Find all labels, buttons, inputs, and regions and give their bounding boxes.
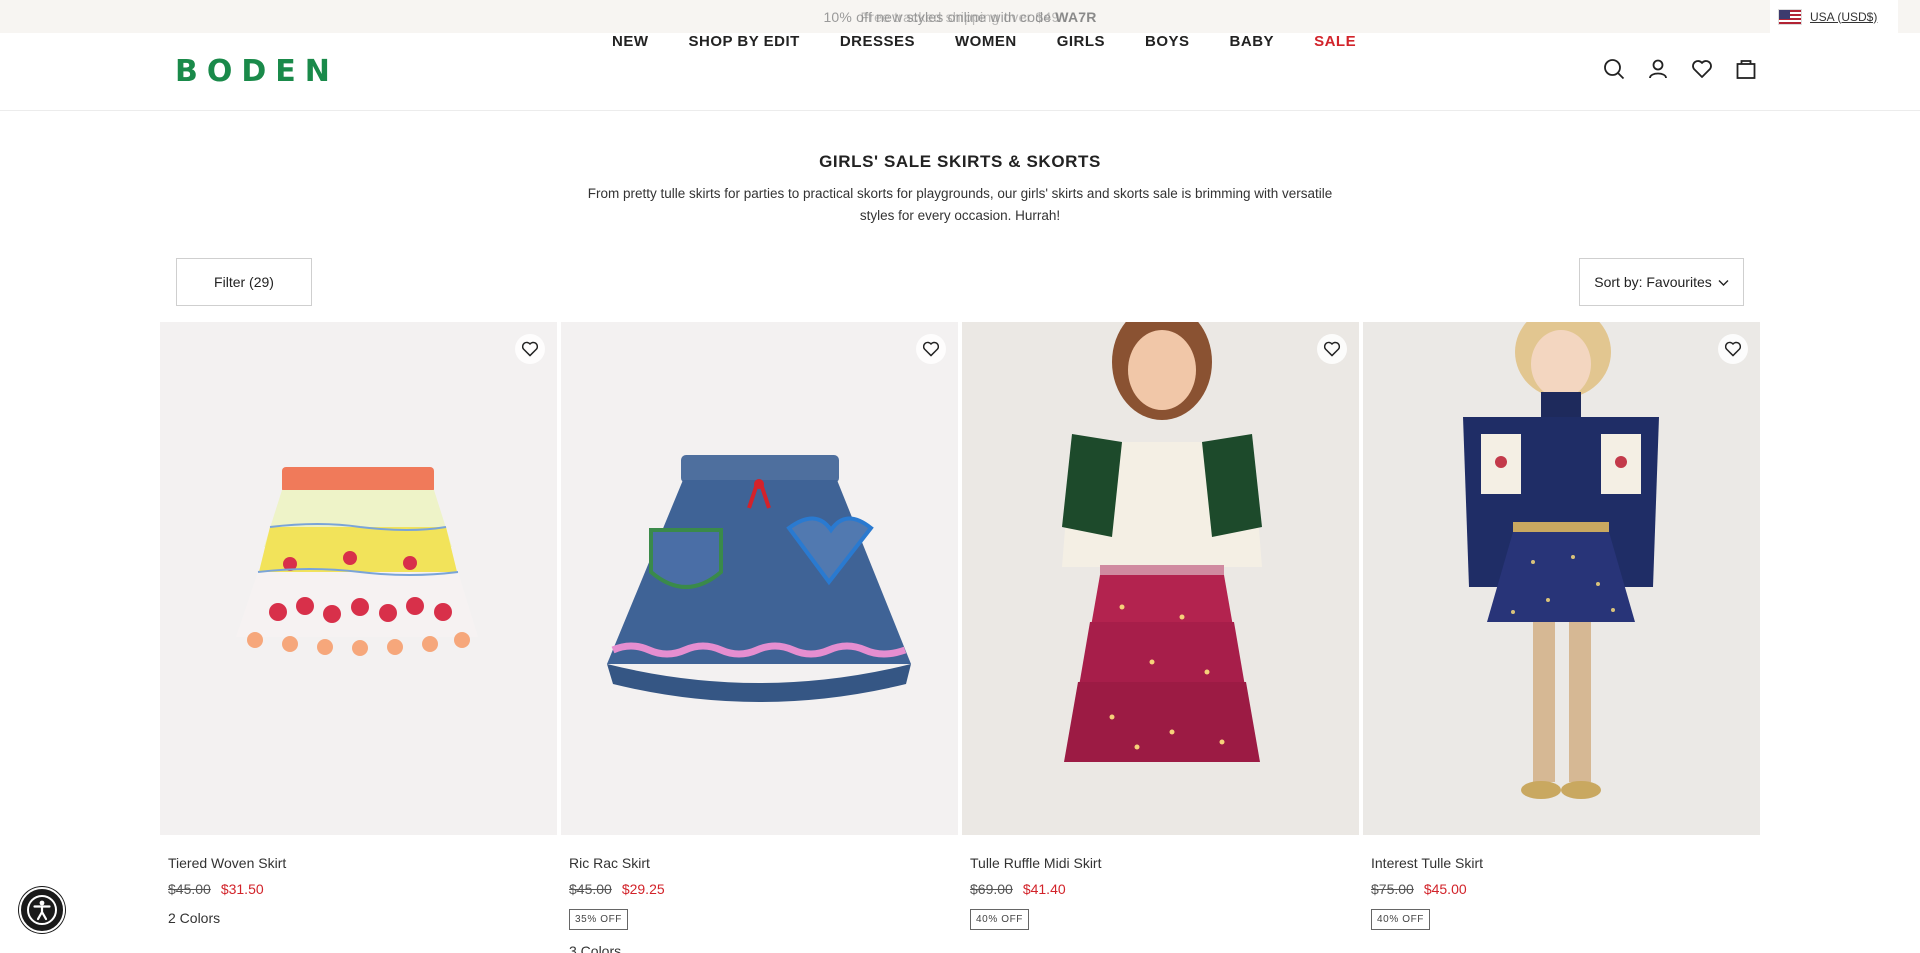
nav-item-dresses[interactable]: DRESSES	[840, 33, 915, 50]
product-image[interactable]	[160, 322, 557, 835]
product-card[interactable]: Ric Rac Skirt $45.00 $29.25 35% OFF 3 Co…	[561, 322, 958, 953]
category-description: From pretty tulle skirts for parties to …	[587, 186, 1333, 223]
country-selector[interactable]: USA (USD$)	[1770, 0, 1898, 33]
wishlist-toggle-icon[interactable]	[1718, 334, 1748, 364]
product-card[interactable]: Tiered Woven Skirt $45.00 $31.50 2 Color…	[160, 322, 557, 953]
discount-badge: 35% OFF	[569, 909, 628, 930]
original-price: $45.00	[168, 881, 211, 897]
original-price: $45.00	[569, 881, 612, 897]
bag-icon[interactable]	[1734, 57, 1758, 81]
product-name[interactable]: Ric Rac Skirt	[561, 855, 958, 871]
discount-badge: 40% OFF	[1371, 909, 1430, 930]
product-prices: $45.00 $31.50	[160, 881, 557, 897]
country-label[interactable]: USA (USD$)	[1810, 10, 1877, 24]
nav-item-baby[interactable]: BABY	[1230, 33, 1275, 50]
promo-rotating-text: Free tracked shipping over $49	[860, 9, 1060, 25]
search-icon[interactable]	[1602, 57, 1626, 81]
promo-bar: 10% off new styles online with code WA7R…	[0, 0, 1920, 33]
product-prices: $75.00 $45.00	[1363, 881, 1760, 897]
sort-dropdown[interactable]: Sort by: Favourites	[1579, 258, 1744, 306]
promo-message[interactable]: 10% off new styles online with code WA7R…	[0, 9, 1920, 25]
discount-badge: 40% OFF	[970, 909, 1029, 930]
product-name[interactable]: Interest Tulle Skirt	[1363, 855, 1760, 871]
nav-item-women[interactable]: WOMEN	[955, 33, 1017, 50]
page-title: GIRLS' SALE SKIRTS & SKORTS	[819, 152, 1101, 171]
wishlist-toggle-icon[interactable]	[515, 334, 545, 364]
wishlist-icon[interactable]	[1690, 57, 1714, 81]
nav-item-new[interactable]: NEW	[612, 33, 649, 50]
accessibility-icon[interactable]	[19, 887, 65, 933]
main-nav: NEW SHOP BY EDIT DRESSES WOMEN GIRLS BOY…	[612, 33, 1356, 50]
wishlist-toggle-icon[interactable]	[1317, 334, 1347, 364]
site-header: BODEN NEW SHOP BY EDIT DRESSES WOMEN GIR…	[0, 33, 1920, 111]
product-card[interactable]: Tulle Ruffle Midi Skirt $69.00 $41.40 40…	[962, 322, 1359, 953]
sort-label: Sort by: Favourites	[1594, 274, 1712, 290]
product-prices: $69.00 $41.40	[962, 881, 1359, 897]
nav-item-shop-by-edit[interactable]: SHOP BY EDIT	[689, 33, 800, 50]
color-count[interactable]: 2 Colors	[160, 910, 557, 926]
product-image[interactable]	[1363, 322, 1760, 835]
us-flag-icon	[1778, 8, 1802, 25]
color-count[interactable]: 3 Colors	[561, 943, 958, 953]
product-image[interactable]	[561, 322, 958, 835]
account-icon[interactable]	[1646, 57, 1670, 81]
chevron-down-icon	[1718, 279, 1729, 286]
product-name[interactable]: Tiered Woven Skirt	[160, 855, 557, 871]
sale-price: $41.40	[1022, 881, 1066, 897]
filter-button[interactable]: Filter (29)	[176, 258, 312, 306]
product-grid: Tiered Woven Skirt $45.00 $31.50 2 Color…	[160, 322, 1760, 953]
original-price: $75.00	[1371, 881, 1414, 897]
sale-price: $29.25	[621, 881, 665, 897]
nav-item-sale[interactable]: SALE	[1314, 33, 1356, 50]
product-card[interactable]: Interest Tulle Skirt $75.00 $45.00 40% O…	[1363, 322, 1760, 953]
sale-price: $45.00	[1423, 881, 1467, 897]
boden-logo[interactable]: BODEN	[175, 54, 339, 89]
sale-price: $31.50	[220, 881, 264, 897]
nav-item-boys[interactable]: BOYS	[1145, 33, 1190, 50]
product-image[interactable]	[962, 322, 1359, 835]
product-prices: $45.00 $29.25	[561, 881, 958, 897]
original-price: $69.00	[970, 881, 1013, 897]
header-actions	[1602, 57, 1758, 81]
nav-item-girls[interactable]: GIRLS	[1057, 33, 1105, 50]
product-name[interactable]: Tulle Ruffle Midi Skirt	[962, 855, 1359, 871]
filter-label: Filter (29)	[214, 274, 274, 290]
wishlist-toggle-icon[interactable]	[916, 334, 946, 364]
